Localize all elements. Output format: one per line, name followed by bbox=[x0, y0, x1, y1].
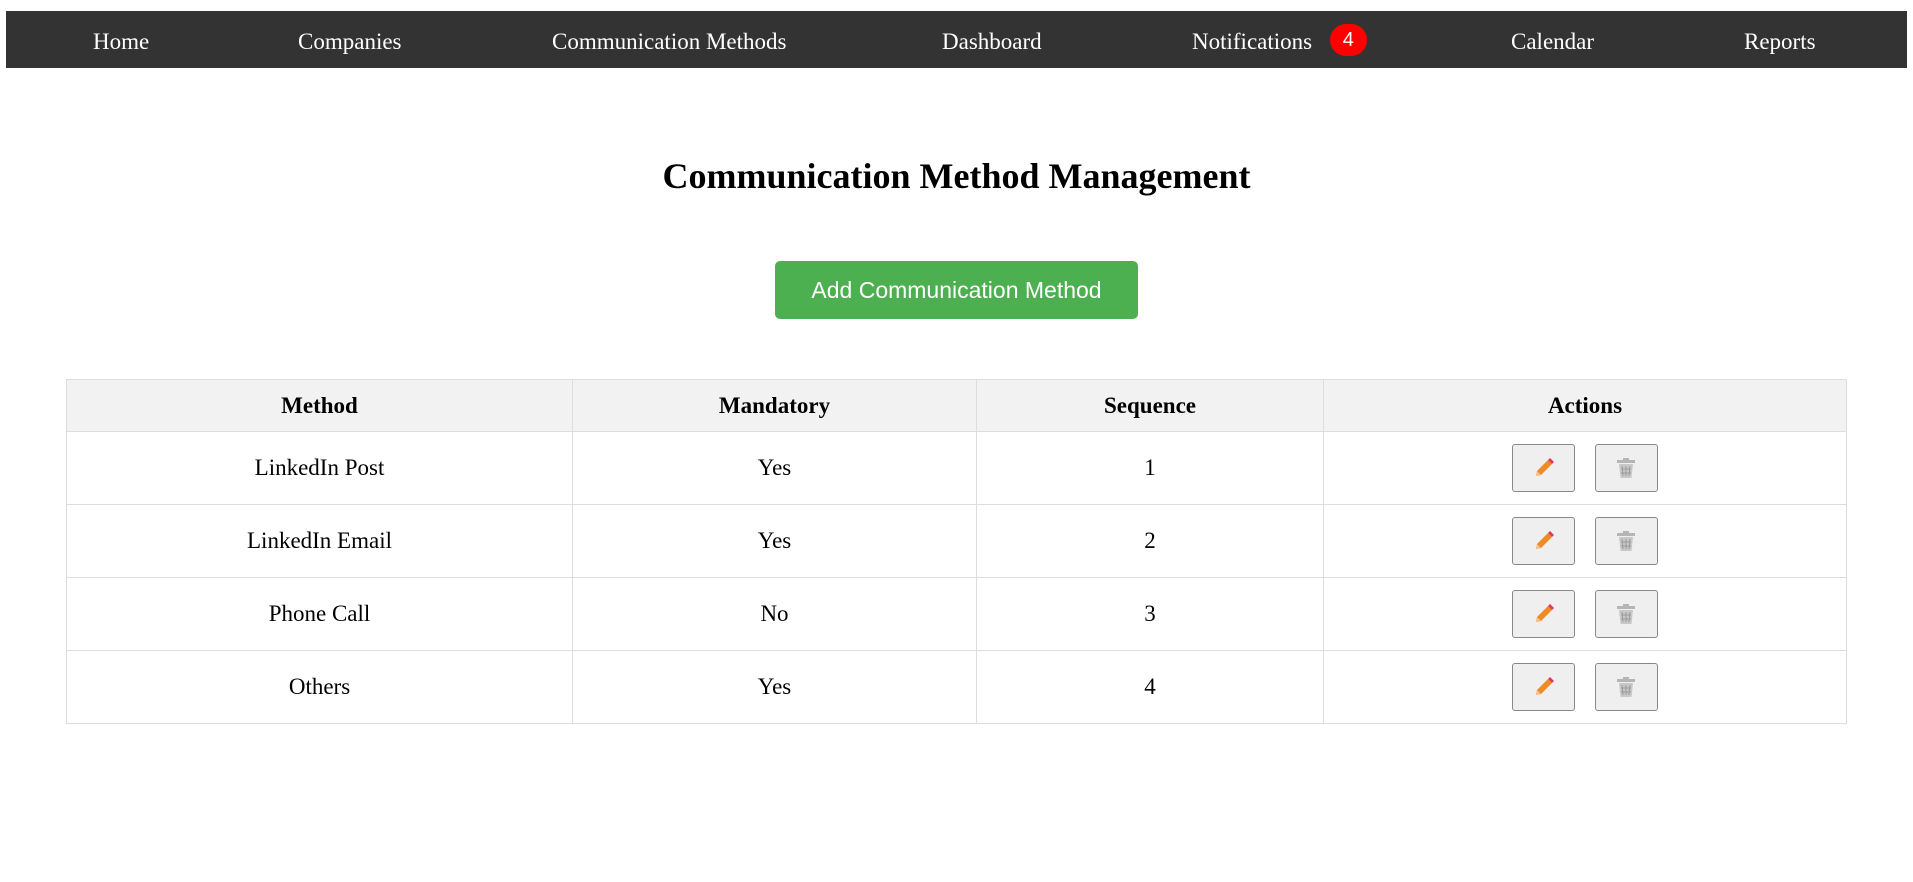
table-row: LinkedIn Email Yes 2 bbox=[66, 504, 1847, 578]
nav-home[interactable]: Home bbox=[93, 11, 149, 68]
pencil-icon bbox=[1535, 531, 1554, 549]
pencil-icon bbox=[1535, 677, 1554, 695]
cell-sequence: 1 bbox=[976, 431, 1324, 505]
header-sequence: Sequence bbox=[976, 379, 1324, 432]
trash-icon bbox=[1617, 677, 1636, 697]
cell-method: LinkedIn Post bbox=[66, 431, 573, 505]
cell-method: Phone Call bbox=[66, 577, 573, 651]
cell-sequence: 2 bbox=[976, 504, 1324, 578]
delete-button[interactable] bbox=[1594, 517, 1658, 565]
edit-button[interactable] bbox=[1512, 517, 1576, 565]
cell-actions bbox=[1323, 650, 1847, 724]
cell-sequence: 4 bbox=[976, 650, 1324, 724]
page: Home Companies Communication Methods Das… bbox=[0, 0, 1913, 882]
nav-reports[interactable]: Reports bbox=[1744, 11, 1816, 68]
trash-icon bbox=[1617, 458, 1636, 478]
edit-button[interactable] bbox=[1512, 663, 1576, 711]
notification-count-badge: 4 bbox=[1329, 24, 1367, 57]
nav-communication-methods-label: Communication Methods bbox=[552, 29, 787, 55]
cell-actions bbox=[1323, 431, 1847, 505]
nav-communication-methods[interactable]: Communication Methods bbox=[552, 11, 786, 68]
cell-mandatory: Yes bbox=[572, 650, 977, 724]
nav-dashboard[interactable]: Dashboard bbox=[942, 11, 1042, 68]
nav-notifications-label: Notifications bbox=[1192, 29, 1313, 55]
header-actions: Actions bbox=[1323, 379, 1847, 432]
table-row: LinkedIn Post Yes 1 bbox=[66, 431, 1847, 505]
nav-notifications[interactable]: Notifications 4 bbox=[1192, 11, 1367, 68]
table-header-row: Method Mandatory Sequence Actions bbox=[66, 379, 1847, 432]
cell-method: LinkedIn Email bbox=[66, 504, 573, 578]
cell-mandatory: Yes bbox=[572, 431, 977, 505]
delete-button[interactable] bbox=[1594, 590, 1658, 638]
nav-dashboard-label: Dashboard bbox=[942, 29, 1042, 55]
nav-companies-label: Companies bbox=[298, 29, 402, 55]
header-method: Method bbox=[66, 379, 573, 432]
cell-sequence: 3 bbox=[976, 577, 1324, 651]
trash-icon bbox=[1617, 604, 1636, 624]
cell-actions bbox=[1323, 504, 1847, 578]
cell-mandatory: No bbox=[572, 577, 977, 651]
nav-home-label: Home bbox=[93, 29, 150, 55]
nav-calendar-label: Calendar bbox=[1511, 29, 1595, 55]
table-row: Phone Call No 3 bbox=[66, 577, 1847, 651]
cell-mandatory: Yes bbox=[572, 504, 977, 578]
nav-companies[interactable]: Companies bbox=[298, 11, 402, 68]
table-row: Others Yes 4 bbox=[66, 650, 1847, 724]
communication-methods-table: Method Mandatory Sequence Actions Linked… bbox=[66, 379, 1847, 724]
cell-actions bbox=[1323, 577, 1847, 651]
trash-icon bbox=[1617, 531, 1636, 551]
page-title: Communication Method Management bbox=[662, 156, 1251, 196]
top-navbar: Home Companies Communication Methods Das… bbox=[6, 11, 1907, 68]
pencil-icon bbox=[1535, 458, 1554, 476]
delete-button[interactable] bbox=[1594, 663, 1658, 711]
nav-reports-label: Reports bbox=[1744, 29, 1816, 55]
edit-button[interactable] bbox=[1512, 444, 1576, 492]
nav-calendar[interactable]: Calendar bbox=[1511, 11, 1594, 68]
pencil-icon bbox=[1535, 604, 1554, 622]
edit-button[interactable] bbox=[1512, 590, 1576, 638]
cell-method: Others bbox=[66, 650, 573, 724]
header-mandatory: Mandatory bbox=[572, 379, 977, 432]
add-communication-method-button[interactable]: Add Communication Method bbox=[775, 261, 1138, 319]
delete-button[interactable] bbox=[1594, 444, 1658, 492]
